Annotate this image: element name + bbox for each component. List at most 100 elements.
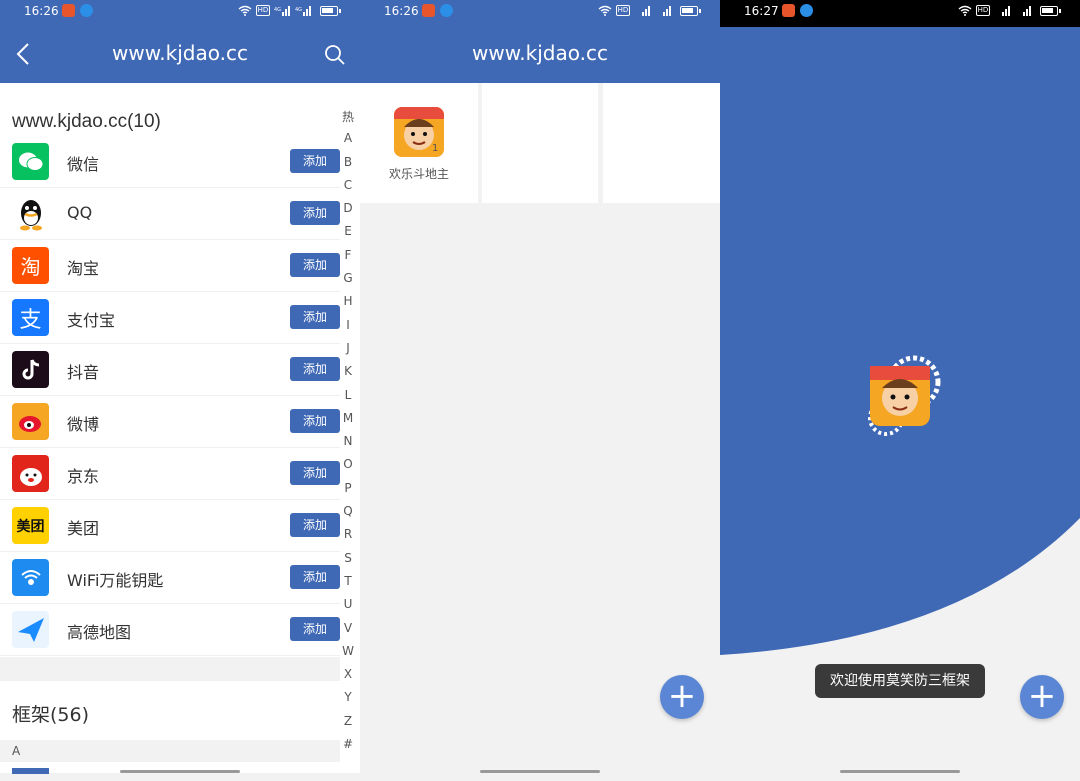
signal-icon [642, 6, 650, 16]
search-icon[interactable] [324, 44, 346, 66]
index-letter[interactable]: Z [340, 714, 356, 737]
page-title: www.kjdao.cc [472, 41, 608, 65]
home-indicator[interactable] [840, 770, 960, 773]
index-letter[interactable]: O [340, 457, 356, 480]
index-letter[interactable]: E [340, 224, 356, 247]
list-item: 高德地图 添加 [0, 604, 340, 656]
notification-icon [62, 4, 75, 17]
notification-icon [440, 4, 453, 17]
index-letter[interactable]: J [340, 341, 356, 364]
section-divider [0, 657, 340, 681]
app-name: 抖音 [67, 363, 100, 382]
app-list: www.kjdao.cc(10) 微信 添加 QQ 添加 淘 淘宝 添加 支 支… [0, 83, 360, 773]
add-button[interactable]: 添加 [290, 513, 340, 537]
index-letter[interactable]: G [340, 271, 356, 294]
list-item: 美团 美团 添加 [0, 500, 340, 552]
index-letter[interactable]: B [340, 155, 356, 178]
app-name: 淘宝 [67, 259, 100, 278]
splash-app-logo [868, 355, 941, 436]
add-button[interactable]: 添加 [290, 409, 340, 433]
battery-icon [320, 6, 341, 16]
wifi-key-icon [12, 559, 49, 596]
index-letter[interactable]: P [340, 481, 356, 504]
add-fab-button[interactable]: + [660, 675, 704, 719]
app-tile[interactable]: 1 欢乐斗地主 [360, 83, 478, 203]
app-label: 欢乐斗地主 [388, 167, 449, 181]
notification-icon [800, 4, 813, 17]
splash-screen: 16:27 HD 欢迎使用莫笑防三框架 + [720, 0, 1080, 781]
index-letter[interactable]: M [340, 411, 356, 434]
home-indicator[interactable] [120, 770, 240, 773]
index-letter[interactable]: C [340, 178, 356, 201]
list-item: 支 支付宝 添加 [0, 292, 340, 344]
qq-icon [12, 195, 49, 232]
index-letter[interactable]: R [340, 527, 356, 550]
index-letter[interactable]: A [340, 131, 356, 154]
hd-icon: HD [616, 5, 630, 16]
index-letter[interactable]: 热 [340, 108, 356, 131]
alphabet-index[interactable]: 热 A B C D E F G H I J K L M N O P Q R S … [340, 108, 356, 760]
signal-icon [1023, 6, 1031, 16]
add-button[interactable]: 添加 [290, 617, 340, 641]
toast-message: 欢迎使用莫笑防三框架 [815, 664, 985, 698]
index-letter[interactable]: W [340, 644, 356, 667]
app-name: 高德地图 [67, 623, 132, 642]
alipay-icon: 支 [12, 299, 49, 336]
list-item: 京东 添加 [0, 448, 340, 500]
home-indicator[interactable] [480, 770, 600, 773]
svg-text:4G: 4G [274, 7, 281, 13]
notification-icon [422, 4, 435, 17]
list-item: 微信 添加 [0, 136, 340, 188]
signal-icon: 4G [295, 6, 311, 16]
status-time: 16:27 [744, 4, 779, 18]
index-letter[interactable]: K [340, 364, 356, 387]
index-letter[interactable]: T [340, 574, 356, 597]
add-button[interactable]: 添加 [290, 357, 340, 381]
add-button[interactable]: 添加 [290, 305, 340, 329]
add-button[interactable]: 添加 [290, 149, 340, 173]
index-letter[interactable]: S [340, 551, 356, 574]
index-letter[interactable]: V [340, 621, 356, 644]
index-letter[interactable]: L [340, 388, 356, 411]
douyin-icon [12, 351, 49, 388]
taobao-icon: 淘 [12, 247, 49, 284]
add-fab-button[interactable]: + [1020, 675, 1064, 719]
signal-icon: 4G [274, 6, 290, 16]
list-item-icon-partial [12, 768, 49, 774]
app-bar-title-wrap: www.kjdao.cc [360, 24, 720, 83]
battery-icon [1040, 6, 1061, 16]
signal-icon [663, 6, 671, 16]
list-item: 淘 淘宝 添加 [0, 240, 340, 292]
app-name: 微信 [67, 155, 100, 174]
index-letter[interactable]: H [340, 294, 356, 317]
hd-icon: HD [256, 5, 270, 16]
index-letter[interactable]: Y [340, 690, 356, 713]
weibo-icon [12, 403, 49, 440]
wechat-icon [12, 143, 49, 180]
empty-tile[interactable] [603, 83, 720, 203]
index-letter[interactable]: F [340, 248, 356, 271]
add-button[interactable]: 添加 [290, 461, 340, 485]
jd-icon [12, 455, 49, 492]
app-bar-title-wrap: www.kjdao.cc [0, 24, 360, 83]
index-letter[interactable]: N [340, 434, 356, 457]
index-letter[interactable]: Q [340, 504, 356, 527]
app-list-screen: 16:26 HD 4G 4G www.kjdao.cc www.kjdao.cc… [0, 0, 360, 781]
add-button[interactable]: 添加 [290, 253, 340, 277]
hd-icon: HD [976, 5, 990, 16]
index-letter[interactable]: D [340, 201, 356, 224]
index-letter[interactable]: U [340, 597, 356, 620]
letter-label: A [12, 744, 21, 758]
empty-tile[interactable] [482, 83, 598, 203]
index-letter[interactable]: I [340, 318, 356, 341]
index-letter[interactable]: X [340, 667, 356, 690]
list-item: WiFi万能钥匙 添加 [0, 552, 340, 604]
amap-icon [12, 611, 49, 648]
add-button[interactable]: 添加 [290, 201, 340, 225]
app-name: 支付宝 [67, 311, 116, 330]
list-item: 微博 添加 [0, 396, 340, 448]
notification-icon [80, 4, 93, 17]
status-time: 16:26 [24, 4, 59, 18]
index-letter[interactable]: # [340, 737, 356, 760]
add-button[interactable]: 添加 [290, 565, 340, 589]
